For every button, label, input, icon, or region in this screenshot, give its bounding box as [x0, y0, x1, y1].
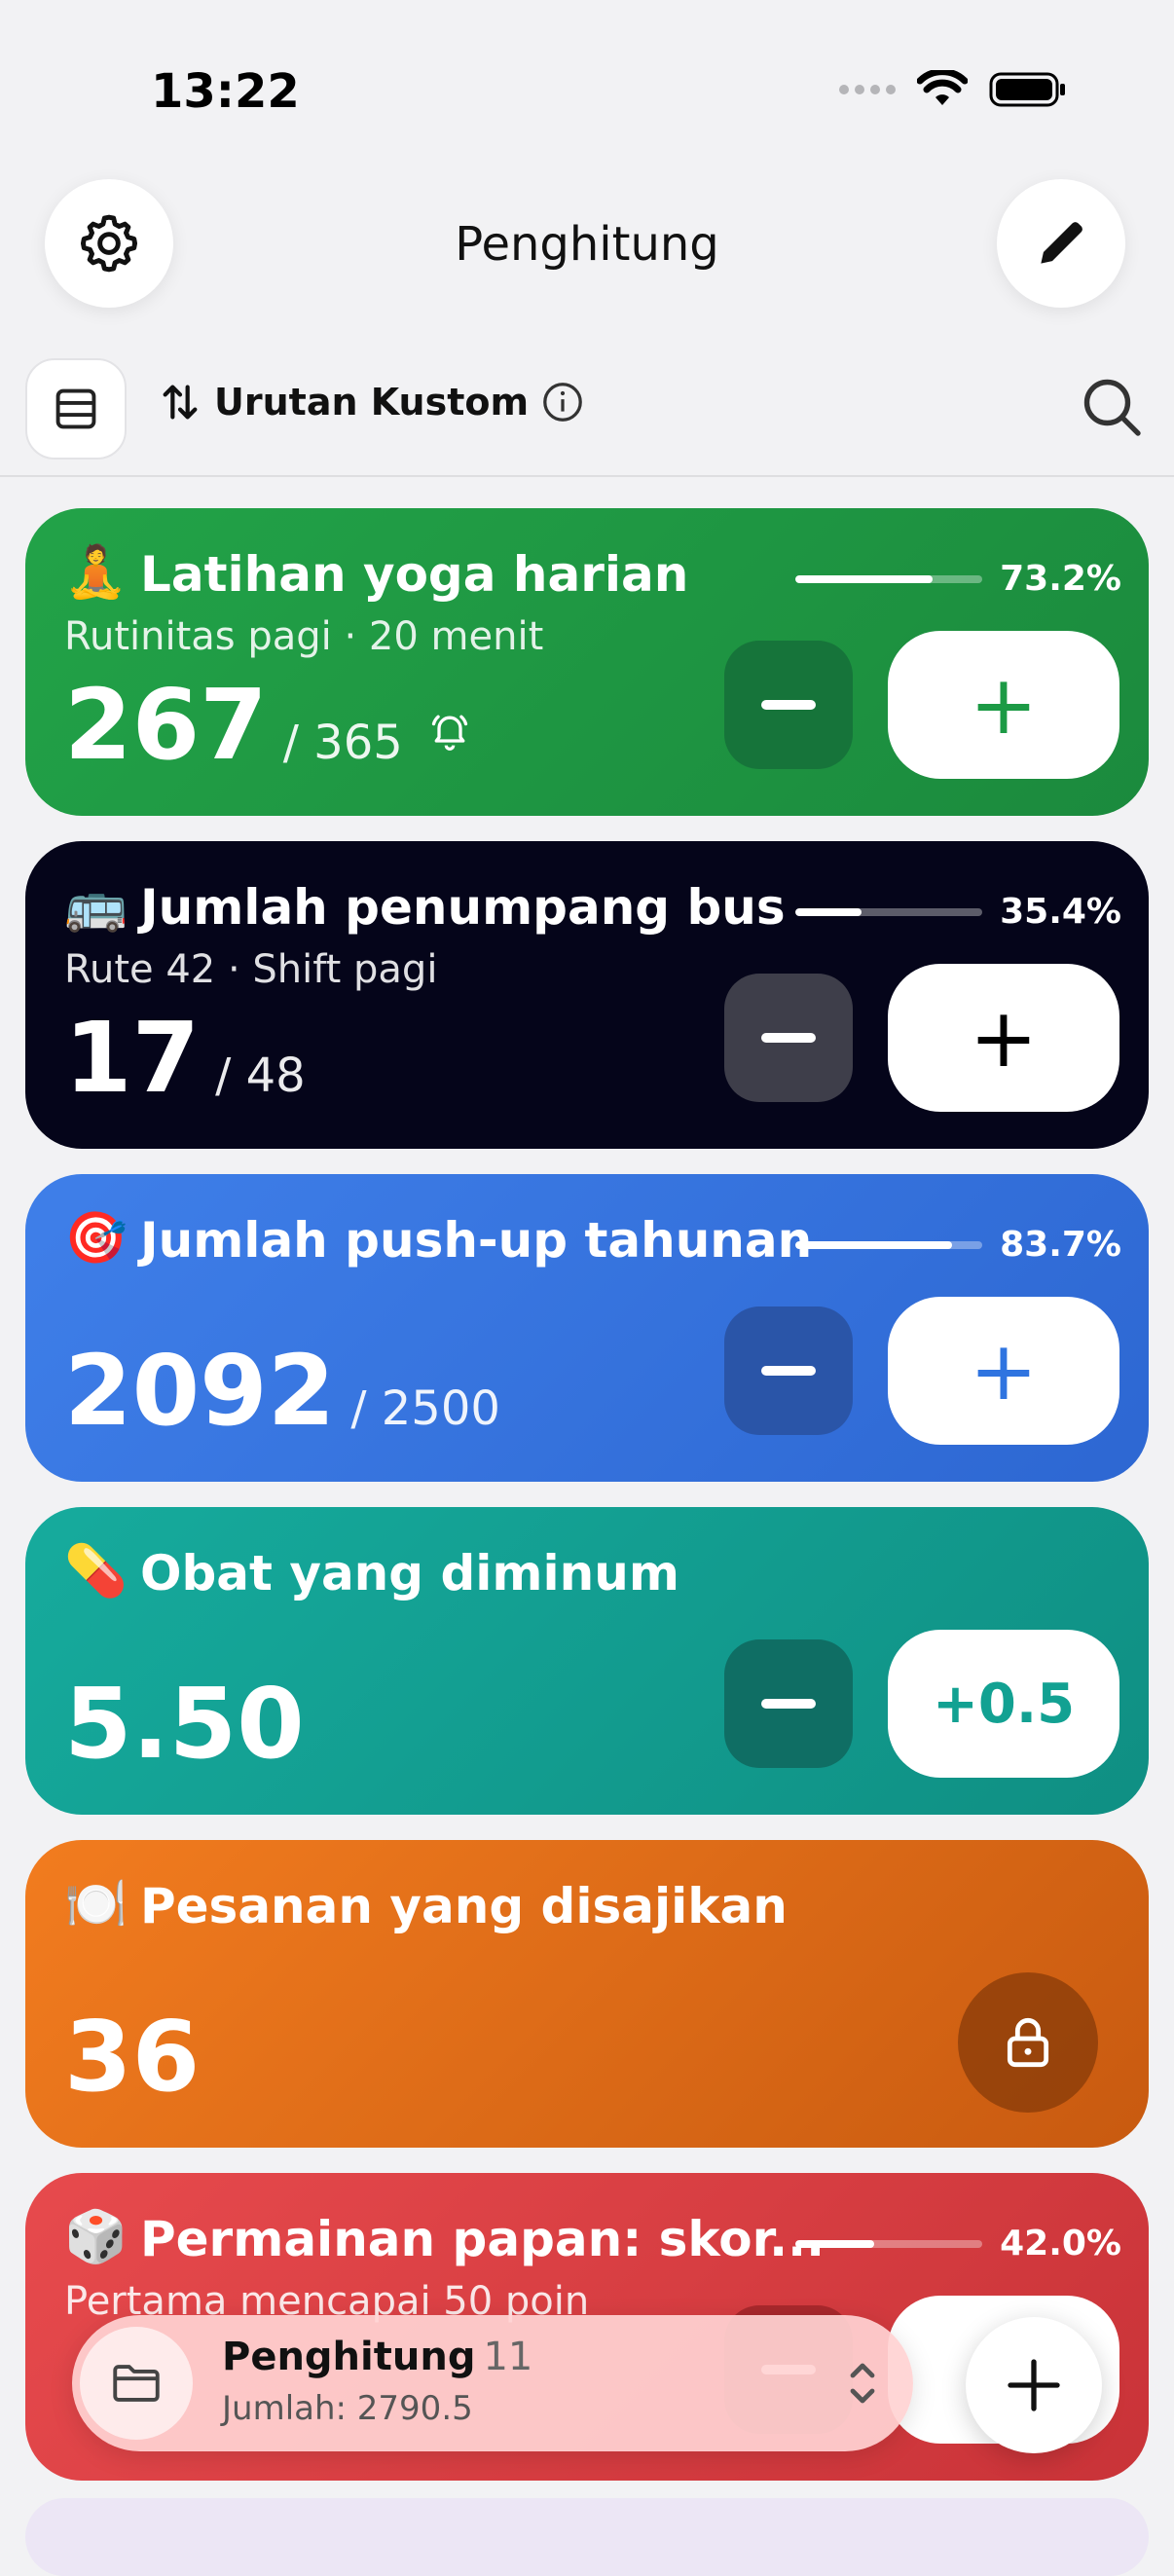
progress-percent: 73.2%: [1000, 559, 1121, 599]
card-title: Jumlah push-up tahunan: [140, 1212, 813, 1269]
sort-selector[interactable]: Urutan Kustom: [158, 380, 585, 424]
plus-icon: [1008, 2359, 1060, 2411]
cellular-signal-icon: [839, 85, 896, 94]
progress-indicator: 83.7%: [795, 1225, 1121, 1265]
navigation-bar: Penghitung: [0, 175, 1174, 312]
next-card-peek: [25, 2498, 1149, 2576]
list-view-button[interactable]: [25, 358, 127, 460]
card-emoji: 💊: [64, 1542, 128, 1601]
edit-button[interactable]: [997, 179, 1125, 308]
card-emoji: 🚌: [64, 876, 128, 935]
progress-bar: [795, 574, 983, 583]
card-title: Latihan yoga harian: [140, 546, 689, 603]
card-title: Obat yang diminum: [140, 1545, 679, 1601]
counter-target: / 365: [282, 716, 403, 770]
card-title: Jumlah penumpang bus: [140, 879, 786, 936]
counter-count: 17: [64, 1001, 201, 1115]
lock-icon: [1007, 2018, 1049, 2068]
chevron-up-down-icon: [850, 2363, 875, 2404]
plus-label: +: [969, 990, 1039, 1086]
counter-count: 2092: [64, 1334, 336, 1448]
progress-bar: [795, 2239, 983, 2248]
card-title: Permainan papan: skor...: [140, 2211, 825, 2267]
counter-card[interactable]: 🍽️ Pesanan yang disajikan 36: [25, 1840, 1149, 2148]
counter-value: 2092 / 2500: [64, 1338, 500, 1445]
increment-button[interactable]: +: [888, 1297, 1119, 1445]
counter-card[interactable]: 🚌 Jumlah penumpang bus Rute 42 · Shift p…: [25, 841, 1149, 1149]
card-subtitle: Rute 42 · Shift pagi: [64, 947, 438, 992]
list-view-icon: [55, 388, 96, 429]
counter-target: / 48: [215, 1049, 306, 1103]
add-counter-button[interactable]: [966, 2317, 1102, 2453]
progress-indicator: 35.4%: [795, 892, 1121, 932]
sort-arrows-icon: [163, 385, 198, 420]
status-icons: [839, 70, 1067, 109]
counter-count: 5.50: [64, 1667, 305, 1781]
pencil-icon: [1041, 222, 1082, 264]
group-selector-bar[interactable]: Penghitung 11 Jumlah: 2790.5: [72, 2315, 913, 2451]
progress-percent: 83.7%: [1000, 1225, 1121, 1265]
sort-label: Urutan Kustom: [214, 381, 530, 423]
counter-card[interactable]: 💊 Obat yang diminum 5.50 +0.5: [25, 1507, 1149, 1815]
decrement-button[interactable]: [724, 1306, 853, 1435]
minus-icon: [761, 1033, 816, 1043]
minus-icon: [761, 700, 816, 710]
progress-indicator: 42.0%: [795, 2224, 1121, 2263]
counter-count: 36: [64, 2000, 201, 2114]
progress-percent: 42.0%: [1000, 2224, 1121, 2263]
wifi-icon: [917, 70, 968, 105]
status-time: 13:22: [151, 64, 300, 119]
status-bar: 13:22: [0, 0, 1174, 166]
increment-button[interactable]: +: [888, 964, 1119, 1112]
group-name: Penghitung: [222, 2335, 476, 2379]
progress-bar: [795, 907, 983, 916]
plus-label: +: [969, 657, 1039, 753]
card-emoji: 🎯: [64, 1209, 128, 1268]
decrement-button[interactable]: [724, 1639, 853, 1768]
increment-button[interactable]: +: [888, 631, 1119, 779]
lock-button[interactable]: [958, 1972, 1098, 2113]
card-emoji: 🧘: [64, 543, 128, 602]
counter-count: 267: [64, 668, 268, 782]
group-title: Penghitung 11: [222, 2335, 532, 2379]
counter-card[interactable]: 🎯 Jumlah push-up tahunan 83.7% 2092 / 25…: [25, 1174, 1149, 1482]
counter-value: 17 / 48: [64, 1005, 306, 1112]
group-total: Jumlah: 2790.5: [222, 2389, 473, 2428]
info-icon[interactable]: [540, 380, 585, 424]
battery-icon: [989, 72, 1065, 107]
counter-target: / 2500: [350, 1381, 500, 1436]
increment-button[interactable]: +0.5: [888, 1630, 1119, 1778]
progress-indicator: 73.2%: [795, 559, 1121, 599]
decrement-button[interactable]: [724, 974, 853, 1102]
card-subtitle: Rutinitas pagi · 20 menit: [64, 614, 544, 659]
counter-value: 5.50: [64, 1671, 305, 1778]
plus-label: +0.5: [932, 1672, 1076, 1736]
folder-icon: [113, 2365, 160, 2402]
minus-icon: [761, 1699, 816, 1709]
group-count: 11: [483, 2335, 533, 2379]
counter-value: 36: [64, 2004, 200, 2111]
progress-percent: 35.4%: [1000, 892, 1121, 932]
search-button[interactable]: [1077, 372, 1147, 442]
plus-label: +: [969, 1323, 1039, 1418]
progress-bar: [795, 1240, 983, 1249]
card-emoji: 🍽️: [64, 1875, 128, 1933]
decrement-button[interactable]: [724, 641, 853, 769]
folder-button[interactable]: [80, 2327, 193, 2440]
counter-card[interactable]: 🧘 Latihan yoga harian Rutinitas pagi · 2…: [25, 508, 1149, 816]
bell-icon: [431, 715, 467, 751]
sort-toolbar: Urutan Kustom: [0, 350, 1174, 477]
card-emoji: 🎲: [64, 2208, 128, 2266]
card-title: Pesanan yang disajikan: [140, 1878, 788, 1934]
minus-icon: [761, 1366, 816, 1376]
counter-value: 267 / 365: [64, 672, 471, 779]
search-icon: [1083, 379, 1141, 436]
